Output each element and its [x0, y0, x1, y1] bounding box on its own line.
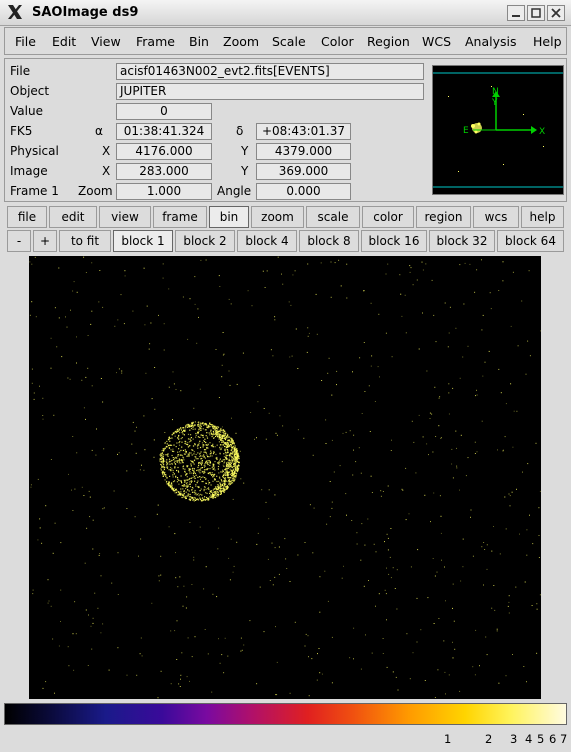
physical-y-field: 4379.000	[256, 143, 351, 160]
panner-e-label: E	[463, 126, 469, 136]
zoom-label: Zoom	[78, 184, 113, 198]
x11-logo-icon	[8, 5, 22, 19]
maximize-icon[interactable]	[527, 5, 545, 21]
panner-view[interactable]: N Y E X	[432, 65, 564, 195]
menu-wcs[interactable]: WCS	[422, 34, 451, 49]
menu-help[interactable]: Help	[533, 34, 562, 49]
btn-help[interactable]: help	[521, 206, 564, 228]
button-bar: file edit view frame bin zoom scale colo…	[4, 206, 567, 230]
btn-wcs[interactable]: wcs	[473, 206, 519, 228]
btn-block-16[interactable]: block 16	[361, 230, 427, 252]
menu-zoom[interactable]: Zoom	[223, 34, 259, 49]
colorbar[interactable]	[4, 703, 567, 725]
frame-label: Frame 1	[10, 184, 59, 198]
physical-x-field: 4176.000	[116, 143, 212, 160]
btn-scale[interactable]: scale	[306, 206, 360, 228]
physical-label: Physical	[10, 144, 59, 158]
bin-button-bar: - + to fit block 1 block 2 block 4 block…	[4, 230, 567, 254]
btn-bin[interactable]: bin	[209, 206, 249, 228]
menu-file[interactable]: File	[15, 34, 36, 49]
btn-edit[interactable]: edit	[49, 206, 97, 228]
menu-view[interactable]: View	[91, 34, 121, 49]
dec-field: +08:43:01.37	[256, 123, 351, 140]
minimize-icon[interactable]	[507, 5, 525, 21]
colorbar-tick: 4	[525, 732, 533, 746]
btn-block-4[interactable]: block 4	[237, 230, 297, 252]
colorbar-tick: 5	[537, 732, 545, 746]
angle-label: Angle	[217, 184, 252, 198]
panner-n-label: N	[492, 87, 499, 97]
btn-view[interactable]: view	[99, 206, 151, 228]
object-label: Object	[10, 84, 50, 98]
close-icon[interactable]	[547, 5, 565, 21]
object-field: JUPITER	[116, 83, 424, 100]
menu-scale[interactable]: Scale	[272, 34, 306, 49]
zoom-field: 1.000	[116, 183, 212, 200]
colorbar-tick: 1	[444, 732, 452, 746]
x-ray-event-image	[29, 256, 542, 699]
image-y-field: 369.000	[256, 163, 351, 180]
physical-x-label: X	[102, 144, 111, 158]
image-x-field: 283.000	[116, 163, 212, 180]
colorbar-tick: 2	[485, 732, 493, 746]
btn-color[interactable]: color	[362, 206, 414, 228]
fk5-label: FK5	[10, 124, 33, 138]
value-field: 0	[116, 103, 212, 120]
image-label: Image	[10, 164, 48, 178]
menu-analysis[interactable]: Analysis	[465, 34, 517, 49]
btn-block-1[interactable]: block 1	[113, 230, 173, 252]
btn-block-8[interactable]: block 8	[299, 230, 359, 252]
panner-y-label: Y	[491, 98, 498, 108]
menu-edit[interactable]: Edit	[52, 34, 76, 49]
delta-label: δ	[236, 124, 244, 138]
image-canvas[interactable]	[29, 256, 542, 699]
btn-zoom[interactable]: zoom	[251, 206, 304, 228]
title-bar: SAOImage ds9	[0, 0, 571, 26]
menu-color[interactable]: Color	[321, 34, 354, 49]
btn-bin-minus[interactable]: -	[7, 230, 31, 252]
ra-field: 01:38:41.324	[116, 123, 212, 140]
menu-region[interactable]: Region	[367, 34, 410, 49]
btn-frame[interactable]: frame	[153, 206, 207, 228]
btn-block-2[interactable]: block 2	[175, 230, 235, 252]
file-label: File	[10, 64, 31, 78]
btn-region[interactable]: region	[416, 206, 471, 228]
colorbar-tick: 7	[560, 732, 568, 746]
file-field: acisf01463N002_evt2.fits[EVENTS]	[116, 63, 424, 80]
alpha-label: α	[95, 124, 103, 138]
btn-bin-plus[interactable]: +	[33, 230, 57, 252]
menu-bar: File Edit View Frame Bin Zoom Scale Colo…	[4, 27, 567, 55]
colorbar-scale: 1 2 3 4 5 6 7	[4, 730, 567, 748]
btn-file[interactable]: file	[7, 206, 47, 228]
btn-bin-to-fit[interactable]: to fit	[59, 230, 111, 252]
menu-frame[interactable]: Frame	[136, 34, 175, 49]
btn-block-32[interactable]: block 32	[429, 230, 495, 252]
menu-bin[interactable]: Bin	[189, 34, 209, 49]
arrow-right-icon	[531, 126, 537, 134]
image-x-label: X	[102, 164, 111, 178]
panner-x-label: X	[539, 127, 545, 137]
colorbar-tick: 6	[549, 732, 557, 746]
physical-y-label: Y	[241, 144, 249, 158]
window-title: SAOImage ds9	[32, 5, 139, 20]
angle-field: 0.000	[256, 183, 351, 200]
btn-block-64[interactable]: block 64	[497, 230, 564, 252]
image-y-label: Y	[241, 164, 249, 178]
value-label: Value	[10, 104, 43, 118]
colorbar-tick: 3	[510, 732, 518, 746]
